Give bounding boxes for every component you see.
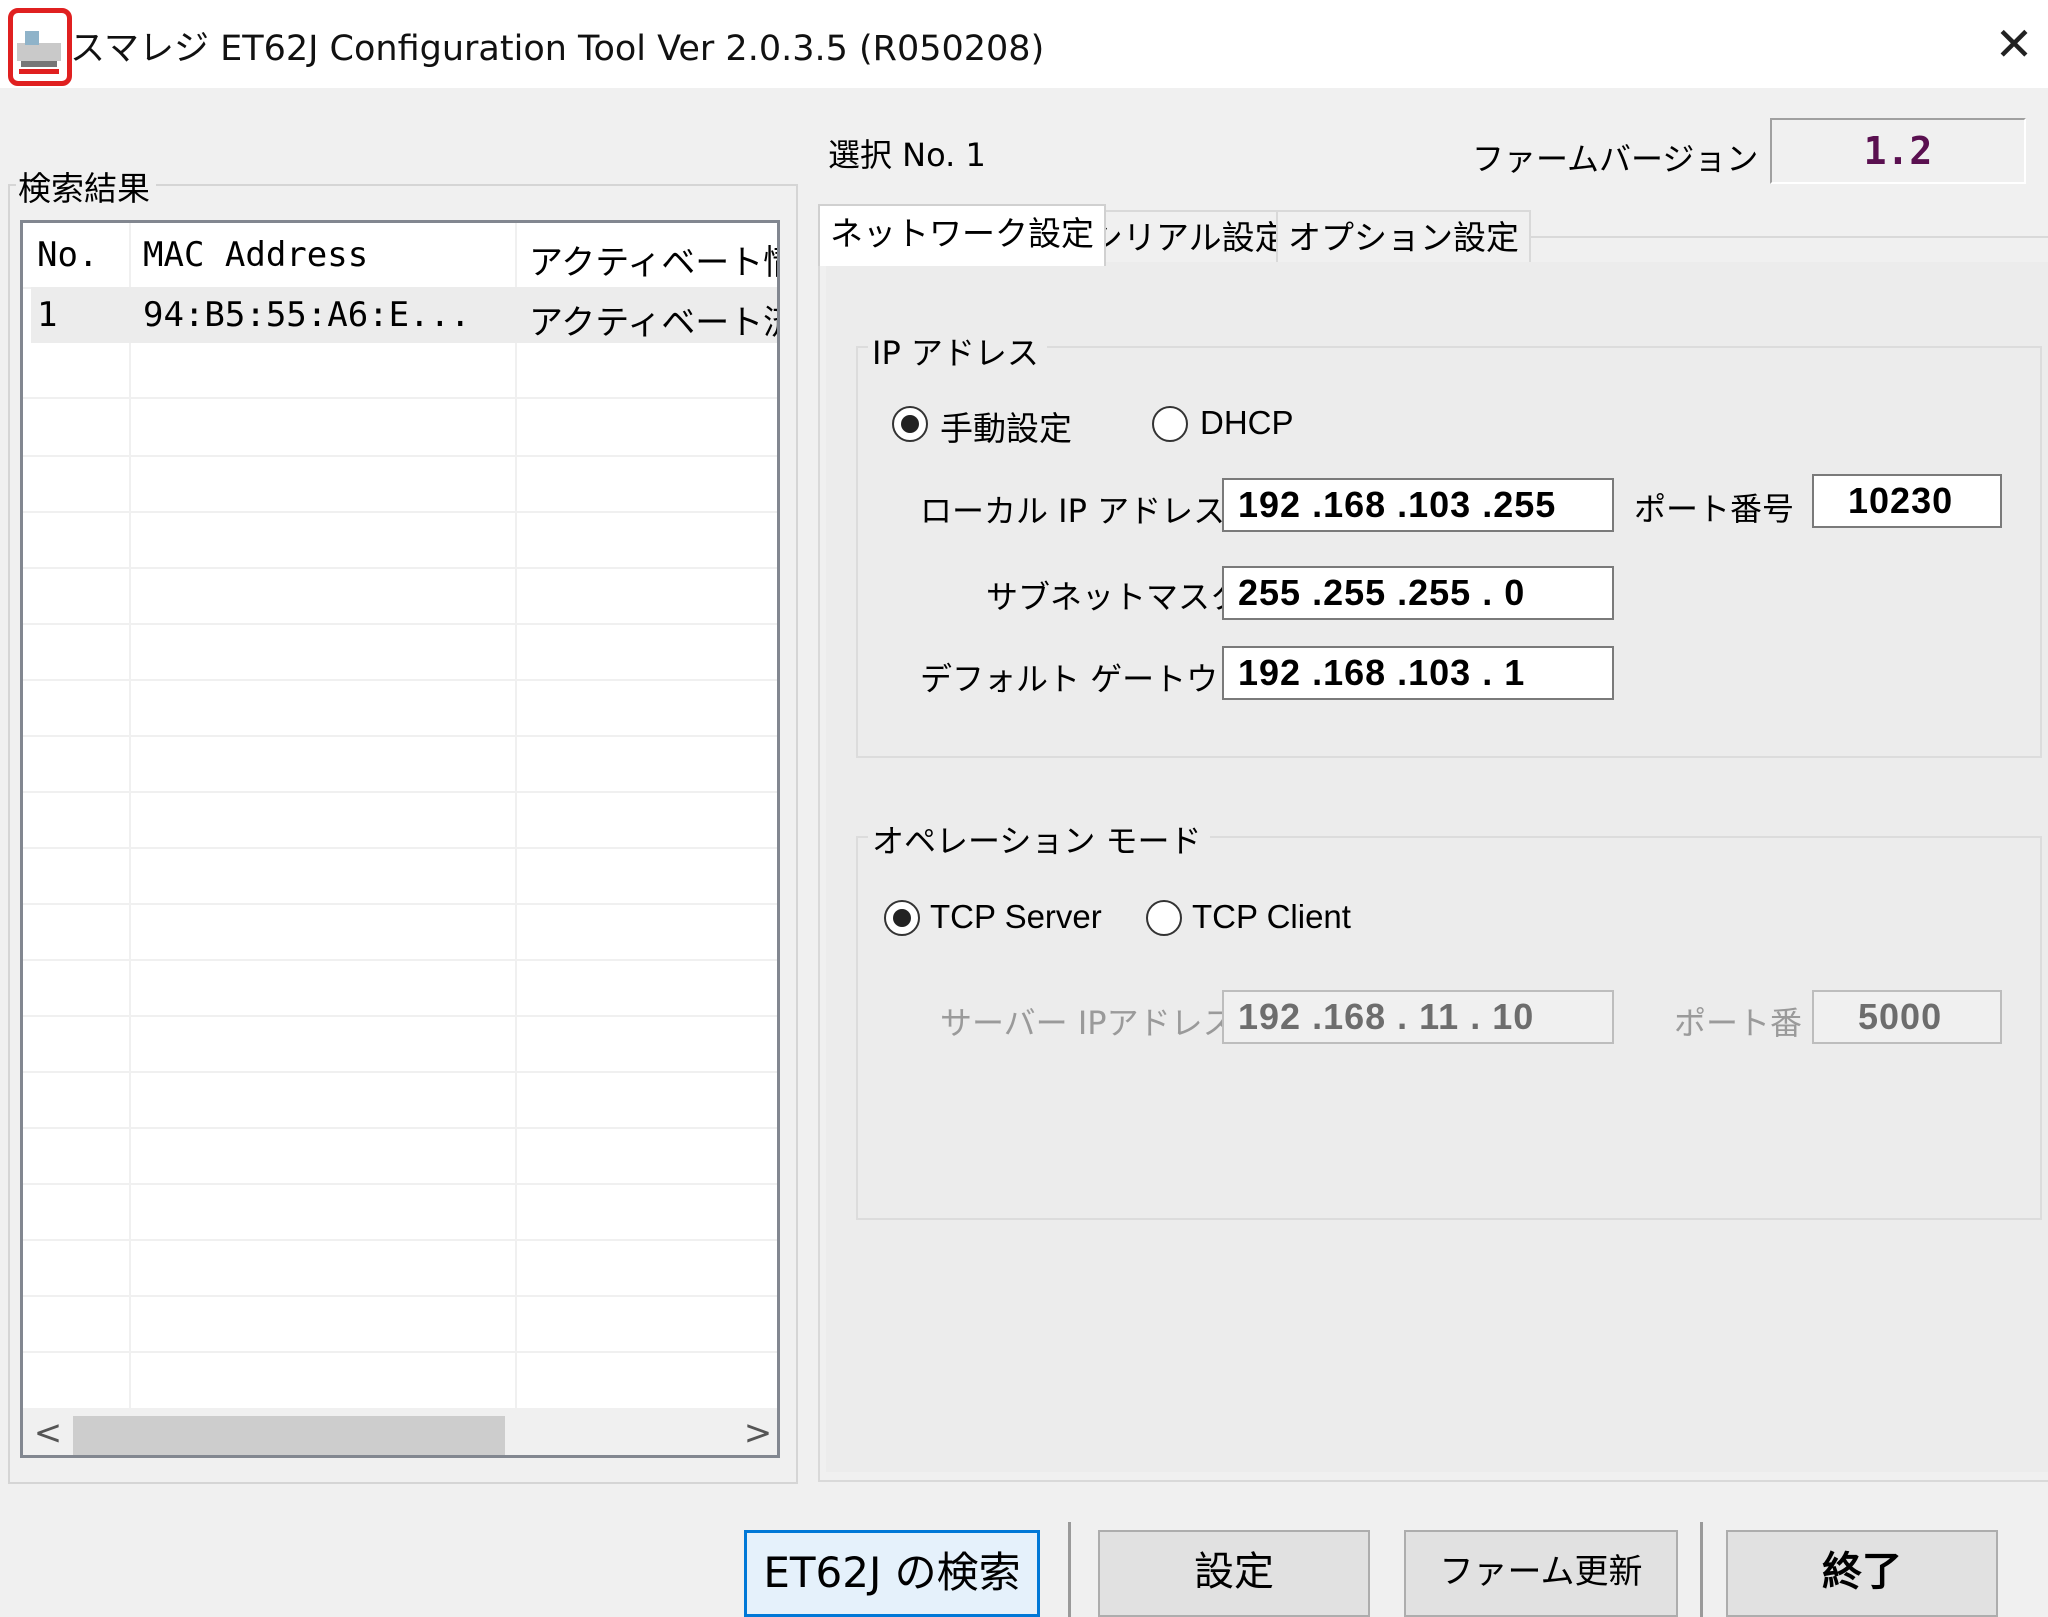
column-header-activation[interactable]: アクティベート情報	[529, 235, 777, 284]
selection-number: 選択 No. 1	[828, 136, 986, 174]
server-port-field[interactable]: 5000	[1812, 990, 2002, 1044]
scroll-thumb[interactable]	[73, 1416, 505, 1455]
firmware-update-button[interactable]: ファーム更新	[1404, 1530, 1678, 1617]
manual-radio-label[interactable]: 手動設定	[940, 402, 1072, 450]
column-header-mac[interactable]: MAC Address	[143, 235, 368, 275]
tcp-client-label[interactable]: TCP Client	[1192, 898, 1351, 936]
results-listview[interactable]: No. MAC Address アクティベート情報 1 94:B5:55:A6:…	[20, 220, 780, 1458]
search-button[interactable]: ET62J の検索	[744, 1530, 1040, 1617]
dhcp-radio[interactable]	[1152, 406, 1188, 442]
gateway-label: デフォルト ゲートウェ	[920, 660, 1251, 698]
exit-button[interactable]: 終了	[1726, 1530, 1998, 1617]
app-icon[interactable]	[8, 8, 72, 86]
row-no: 1	[37, 295, 58, 335]
ip-address-legend: IP アドレス	[868, 328, 1047, 374]
dhcp-radio-label[interactable]: DHCP	[1200, 404, 1294, 442]
tab-network-settings[interactable]: ネットワーク設定	[818, 204, 1106, 266]
horizontal-scrollbar[interactable]: < >	[23, 1408, 777, 1455]
close-icon[interactable]: ✕	[1984, 14, 2044, 74]
local-ip-field[interactable]: 192 .168 .103 .255	[1222, 478, 1614, 532]
server-port-label: ポート番	[1674, 1004, 1803, 1042]
local-ip-label: ローカル IP アドレス	[920, 492, 1226, 530]
port-field[interactable]: 10230	[1812, 474, 2002, 528]
manual-radio[interactable]	[892, 406, 928, 442]
tcp-server-radio[interactable]	[884, 900, 920, 936]
tcp-server-label[interactable]: TCP Server	[930, 898, 1102, 936]
tab-option-settings[interactable]: オプション設定	[1276, 210, 1531, 262]
operation-mode-legend: オペレーション モード	[868, 816, 1210, 862]
set-button[interactable]: 設定	[1098, 1530, 1370, 1617]
subnet-label: サブネットマスク	[986, 578, 1243, 616]
tab-serial-settings[interactable]: シリアル設定	[1078, 210, 1300, 262]
server-ip-field[interactable]: 192 .168 . 11 . 10	[1222, 990, 1614, 1044]
gateway-field[interactable]: 192 .168 .103 . 1	[1222, 646, 1614, 700]
row-activation: アクティベート済み	[529, 303, 777, 343]
window-title: スマレジ ET62J Configuration Tool Ver 2.0.3.…	[70, 29, 1045, 69]
row-mac: 94:B5:55:A6:E...	[143, 295, 471, 335]
subnet-field[interactable]: 255 .255 .255 . 0	[1222, 566, 1614, 620]
server-ip-label: サーバー IPアドレス	[940, 1004, 1235, 1042]
separator	[1068, 1522, 1071, 1617]
port-label: ポート番号	[1634, 490, 1795, 528]
separator	[1700, 1522, 1703, 1617]
scroll-left-icon[interactable]: <	[31, 1412, 65, 1454]
scroll-right-icon[interactable]: >	[741, 1412, 775, 1454]
tcp-client-radio[interactable]	[1146, 900, 1182, 936]
firmware-version-value: 1.2	[1770, 118, 2026, 184]
results-legend: 検索結果	[16, 162, 156, 210]
firmware-version-label: ファームバージョン	[1472, 140, 1759, 178]
column-header-no[interactable]: No.	[37, 235, 98, 275]
